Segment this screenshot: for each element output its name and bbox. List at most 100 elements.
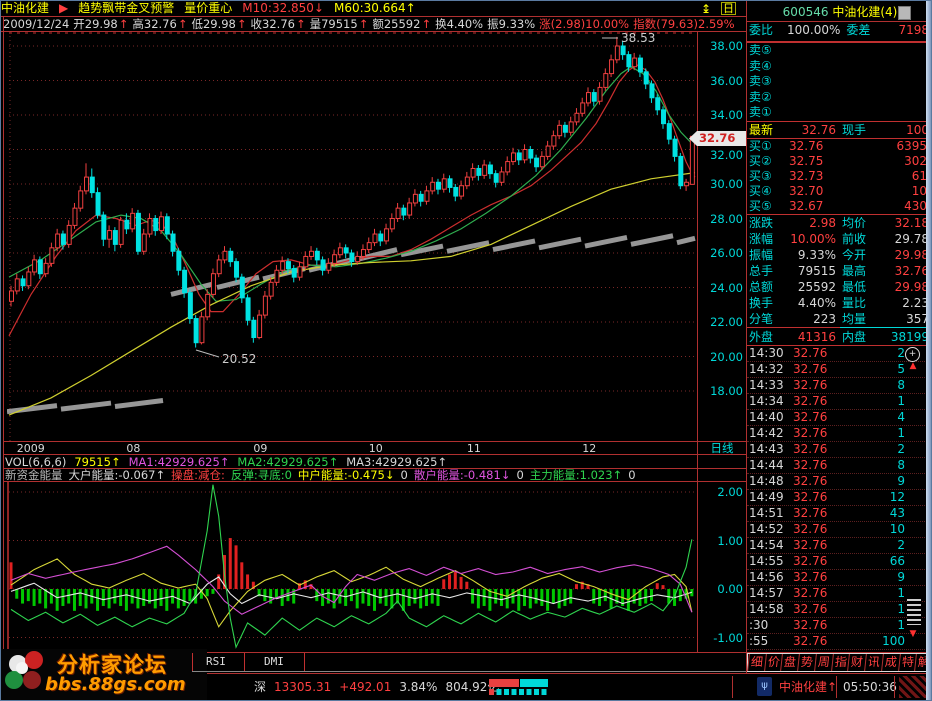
price-tick-label: 36.00 bbox=[699, 75, 743, 88]
tick-row: 14:5832.761 bbox=[747, 602, 932, 618]
quote-segment: 低29.98 bbox=[191, 17, 235, 31]
scroll-up-icon[interactable]: ▲ bbox=[905, 361, 921, 371]
index-segment: +492.01 bbox=[339, 680, 391, 694]
sell-row: 卖④ bbox=[747, 59, 932, 75]
up-arrow: ↑ bbox=[119, 17, 129, 31]
tick-row: 14:5532.7666 bbox=[747, 554, 932, 570]
month-tick-label: 10 bbox=[369, 442, 383, 455]
buy-row: 买④32.7010 bbox=[747, 184, 932, 199]
price-tick-label: 18.00 bbox=[699, 385, 743, 398]
price-tick-label: 38.00 bbox=[699, 40, 743, 53]
market-breadth-graphic bbox=[489, 679, 559, 696]
sell-row: 卖② bbox=[747, 90, 932, 106]
energy-line-散户能量 bbox=[11, 546, 692, 614]
up-arrow: ↑ bbox=[296, 17, 306, 31]
tick-row: 14:4232.761 bbox=[747, 426, 932, 442]
scroll-down-icon[interactable]: ▼ bbox=[905, 629, 921, 639]
fund-segment: 0 bbox=[628, 468, 635, 482]
candlestick-chart[interactable]: 38.5320.52 bbox=[7, 32, 697, 441]
stock-code: 600546 bbox=[783, 5, 829, 19]
stock-name: 中油化建(4) bbox=[832, 5, 897, 19]
title-segment: ▶ bbox=[59, 1, 68, 15]
fund-segment: 中户能量:-0.475↓ bbox=[298, 468, 395, 482]
crosshair-icon[interactable]: + bbox=[905, 347, 920, 362]
price-tick-label: 28.00 bbox=[699, 213, 743, 226]
month-tick-label: 12 bbox=[582, 442, 596, 455]
scrollbar-thumb[interactable] bbox=[907, 599, 921, 625]
title-segment: M60:30.664↑ bbox=[334, 1, 416, 15]
up-arrow: ↑ bbox=[237, 17, 247, 31]
price-annotation: 38.53 bbox=[621, 32, 655, 45]
price-tick-label: 22.00 bbox=[699, 316, 743, 329]
quote-tab-strip: 细价盘势周指财讯成特解 bbox=[747, 653, 932, 672]
tick-row: 14:5632.769 bbox=[747, 570, 932, 586]
stat-row: 换手4.40%量比2.23 bbox=[747, 295, 932, 311]
window-edge bbox=[926, 1, 932, 701]
weibi-row: 委比100.00%委差7198 bbox=[747, 22, 932, 43]
sell-row: 卖⑤ bbox=[747, 43, 932, 59]
waipan-row: 外盘41316内盘38199 bbox=[747, 329, 932, 346]
quote-segment: 指数(79.63)2.59% bbox=[633, 17, 734, 31]
vol-segment: VOL(6,6,6) bbox=[5, 455, 66, 469]
tick-row: 14:4932.7612 bbox=[747, 490, 932, 506]
tick-row: 14:4332.762 bbox=[747, 442, 932, 458]
indicator-tab-rsi[interactable]: RSI bbox=[206, 655, 226, 668]
tick-row: 14:5732.761 bbox=[747, 586, 932, 602]
fund-segment: 大户能量:-0.067↑ bbox=[69, 468, 166, 482]
quote-tab-讯[interactable]: 讯 bbox=[864, 654, 883, 671]
quote-tab-细[interactable]: 细 bbox=[747, 654, 766, 671]
price-tick-label: 32.00 bbox=[699, 149, 743, 162]
stat-row: 振幅9.33%今开29.98 bbox=[747, 247, 932, 263]
title-segment: 中油化建 bbox=[1, 1, 49, 15]
fund-energy-bar[interactable]: 新资金能量大户能量:-0.067↑操盘:减仓:反弹:寻底:0中户能量:-0.47… bbox=[5, 469, 745, 481]
price-tick-label: 34.00 bbox=[699, 109, 743, 122]
clock: 05:50:36 bbox=[843, 674, 897, 700]
price-tick-label: 30.00 bbox=[699, 178, 743, 191]
month-tick-label: 11 bbox=[467, 442, 481, 455]
tick-row: 14:4032.764 bbox=[747, 410, 932, 426]
quote-segment: 涨(2.98)10.00% bbox=[539, 17, 629, 31]
title-bar: 中油化建▶趋势飘带金叉预警量价重心M10:32.850↓M60:30.664↑ bbox=[1, 1, 746, 16]
quote-tab-周[interactable]: 周 bbox=[814, 654, 833, 671]
indicator-tab-dmi[interactable]: DMI bbox=[264, 655, 284, 668]
buy-row: 买③32.7361 bbox=[747, 169, 932, 184]
stat-row: 涨跌2.98均价32.18 bbox=[747, 214, 932, 231]
panel-scroll-widget[interactable] bbox=[898, 6, 911, 20]
status-stock-name[interactable]: 中油化建↑ bbox=[779, 674, 837, 700]
quote-tab-势[interactable]: 势 bbox=[797, 654, 816, 671]
fund-segment: 散户能量:-0.481↓ bbox=[414, 468, 511, 482]
vol-segment: MA1:42929.625↑ bbox=[129, 455, 230, 469]
month-tick-label: 2009 bbox=[17, 442, 45, 455]
quote-segment: 振9.33% bbox=[487, 17, 535, 31]
fund-segment: 0 bbox=[401, 468, 408, 482]
vol-segment: 79515↑ bbox=[74, 455, 120, 469]
quote-tab-成[interactable]: 成 bbox=[881, 654, 900, 671]
time-axis: 20090809101112 bbox=[3, 442, 697, 454]
sell-row: 卖① bbox=[747, 105, 932, 121]
quote-panel: 600546 中油化建(4) 委比100.00%委差7198卖⑤卖④卖③卖②卖①… bbox=[747, 3, 932, 653]
fund-energy-chart[interactable] bbox=[7, 482, 697, 652]
tick-row: 14:5432.762 bbox=[747, 538, 932, 554]
quote-segment: 开29.98 bbox=[73, 17, 117, 31]
quote-segment: 2009/12/24 bbox=[3, 17, 69, 31]
pin-icon[interactable]: ↨ bbox=[701, 2, 711, 16]
latest-row: 最新32.76现手100 bbox=[747, 121, 932, 139]
indicator-tick-label: 0.00 bbox=[699, 583, 743, 596]
price-tick-label: 24.00 bbox=[699, 282, 743, 295]
quote-segment: 收32.76 bbox=[251, 17, 295, 31]
up-arrow: ↑ bbox=[178, 17, 188, 31]
trading-app-window: 中油化建▶趋势飘带金叉预警量价重心M10:32.850↓M60:30.664↑ … bbox=[0, 0, 932, 701]
quote-tab-财[interactable]: 财 bbox=[848, 654, 867, 671]
index-segment: 13305.31 bbox=[274, 680, 331, 694]
last-price-tag: 32.76 bbox=[689, 131, 746, 146]
vol-segment: MA2:42929.625↑ bbox=[237, 455, 338, 469]
statusbar-decoration bbox=[899, 676, 927, 698]
quote-segment: 换4.40% bbox=[435, 17, 483, 31]
period-label[interactable]: 日线 bbox=[698, 442, 746, 454]
volume-indicator-bar[interactable]: VOL(6,6,6) 79515↑ MA1:42929.625↑ MA2:42929.… bbox=[5, 456, 745, 468]
indicator-tick-label: 2.00 bbox=[699, 486, 743, 499]
buy-row: 买①32.766395 bbox=[747, 139, 932, 154]
stat-row: 总额25592最低29.98 bbox=[747, 279, 932, 295]
period-icon[interactable]: 日 bbox=[721, 2, 736, 15]
status-bar: 深13305.31+492.013.84%804.92亿 ψ 中油化建↑ 05:… bbox=[3, 674, 931, 700]
